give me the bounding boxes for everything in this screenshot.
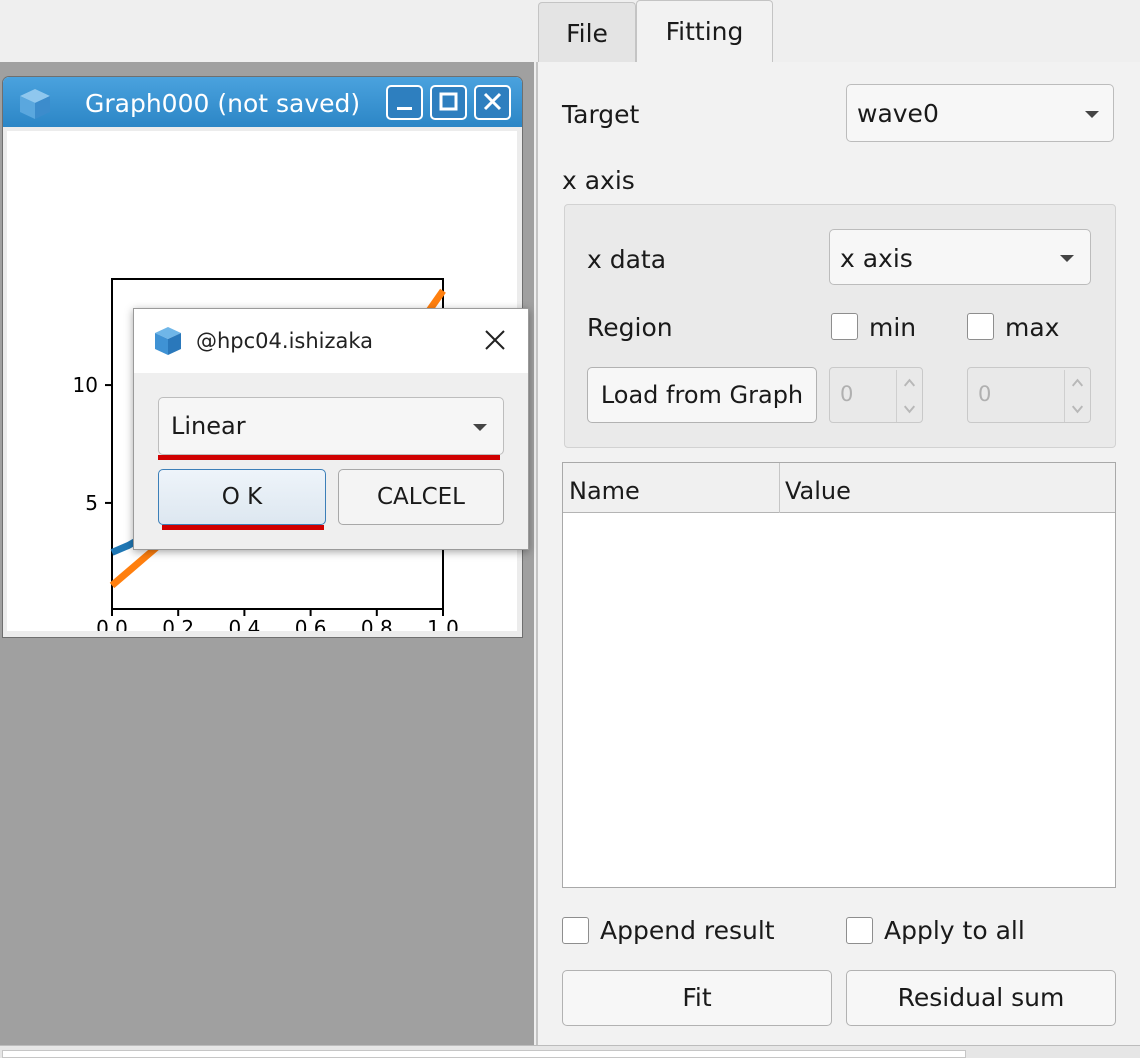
xdata-select[interactable]: x axis	[829, 229, 1091, 285]
max-value: 0	[978, 382, 992, 406]
apply-to-all-checkbox[interactable]	[846, 917, 873, 944]
table-header: Name Value	[563, 463, 1115, 513]
column-divider[interactable]	[779, 463, 780, 513]
maximize-button[interactable]	[430, 85, 467, 120]
xdata-label: x data	[587, 245, 667, 274]
x-tick-label: 0.8	[361, 616, 393, 631]
dialog-titlebar[interactable]: @hpc04.ishizaka	[134, 309, 528, 373]
target-select[interactable]: wave0	[846, 84, 1114, 142]
min-value: 0	[840, 382, 854, 406]
spin-down-icon[interactable]	[896, 396, 922, 422]
annotation-underline	[162, 525, 324, 530]
app-cube-icon	[155, 327, 181, 355]
target-value: wave0	[857, 99, 939, 128]
parameter-table[interactable]: Name Value	[562, 462, 1116, 888]
max-checkbox[interactable]	[967, 313, 994, 340]
chevron-down-icon	[473, 424, 487, 431]
mdi-top-strip	[0, 0, 536, 62]
chevron-down-icon	[1060, 255, 1074, 262]
x-tick-label: 0.0	[96, 616, 128, 631]
x-tick-label: 0.4	[228, 616, 260, 631]
graph-window-title: Graph000 (not saved)	[85, 89, 361, 118]
spin-up-icon[interactable]	[896, 370, 922, 396]
min-checkbox[interactable]	[831, 313, 858, 340]
load-from-graph-button[interactable]: Load from Graph	[587, 367, 817, 423]
column-header-name[interactable]: Name	[569, 477, 640, 505]
max-label: max	[1005, 313, 1060, 342]
fit-function-select[interactable]: Linear	[158, 397, 504, 455]
fit-function-value: Linear	[171, 412, 246, 440]
close-button[interactable]	[474, 85, 511, 120]
max-spinbox[interactable]: 0	[967, 367, 1091, 423]
xaxis-group: x data x axis Region min max Load from G…	[564, 204, 1116, 448]
ok-button[interactable]: O K	[158, 469, 326, 525]
fit-button[interactable]: Fit	[562, 970, 832, 1026]
dialog-title: @hpc04.ishizaka	[196, 329, 374, 353]
close-icon	[483, 92, 502, 111]
annotation-underline	[158, 455, 500, 460]
spin-down-icon[interactable]	[1064, 396, 1090, 422]
tab-fitting[interactable]: Fitting	[636, 0, 773, 64]
graph-titlebar[interactable]: Graph000 (not saved)	[3, 77, 522, 127]
minimize-icon	[397, 107, 412, 110]
y-tick-label: 10	[73, 373, 98, 397]
cancel-button[interactable]: CALCEL	[338, 469, 504, 525]
min-label: min	[869, 313, 917, 342]
min-spinbox[interactable]: 0	[829, 367, 923, 423]
append-result-checkbox[interactable]	[562, 917, 589, 944]
residual-sum-button[interactable]: Residual sum	[846, 970, 1116, 1026]
spin-up-icon[interactable]	[1064, 370, 1090, 396]
apply-to-all-label: Apply to all	[884, 916, 1025, 945]
x-tick-label: 1.0	[427, 616, 459, 631]
x-tick-label: 0.2	[162, 616, 194, 631]
fitting-panel: Target wave0 x axis x data x axis Region…	[536, 62, 1140, 1045]
column-header-value[interactable]: Value	[785, 477, 851, 505]
maximize-icon	[439, 92, 458, 111]
app-cube-icon	[20, 89, 50, 119]
append-result-label: Append result	[600, 916, 775, 945]
target-label: Target	[562, 100, 640, 129]
xdata-value: x axis	[840, 244, 913, 273]
status-field	[2, 1050, 966, 1058]
tab-fitting-label: Fitting	[665, 17, 744, 46]
x-tick-label: 0.6	[295, 616, 327, 631]
y-tick-label: 5	[85, 491, 98, 515]
tab-file-label: File	[566, 19, 608, 48]
chevron-down-icon	[1085, 111, 1099, 118]
fit-function-dialog[interactable]: @hpc04.ishizaka Linear O K CALCEL	[133, 308, 529, 550]
xaxis-section-label: x axis	[562, 166, 635, 195]
minimize-button[interactable]	[386, 85, 423, 120]
close-icon[interactable]	[480, 325, 510, 355]
tab-file[interactable]: File	[538, 2, 636, 62]
region-label: Region	[587, 313, 673, 342]
